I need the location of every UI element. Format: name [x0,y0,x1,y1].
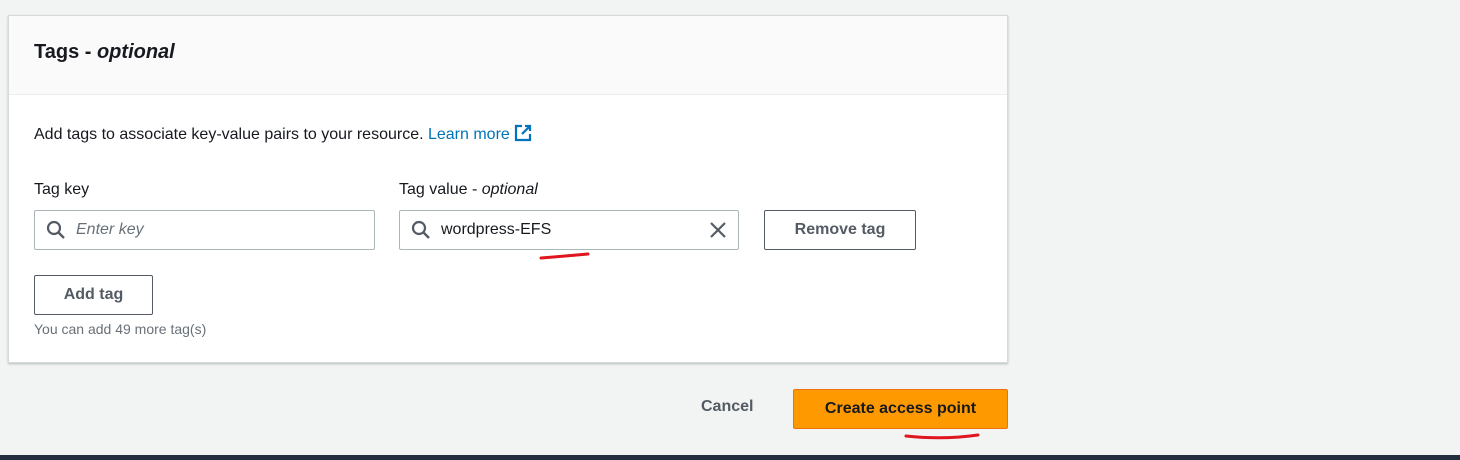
search-icon [411,220,431,240]
footer-bar [0,455,1460,460]
tag-value-label-text: Tag value - [399,181,482,198]
panel-title: Tags - [34,41,97,63]
clear-icon[interactable] [708,220,728,240]
tag-key-label: Tag key [34,181,90,198]
remove-tag-button[interactable]: Remove tag [764,210,916,250]
tag-value-input[interactable]: wordpress-EFS [399,210,739,250]
tag-value-text: wordpress-EFS [441,221,552,238]
tags-panel: Tags - optional Add tags to associate ke… [8,15,1008,363]
tag-value-label: Tag value - optional [399,181,538,199]
tag-value-label-optional: optional [481,181,538,198]
tag-key-input[interactable]: Enter key [34,210,375,250]
description-text: Add tags to associate key-value pairs to… [34,126,424,143]
annotation-underline [904,433,980,440]
learn-more-label: Learn more [427,126,510,143]
external-link-icon [514,124,532,147]
panel-description: Add tags to associate key-value pairs to… [34,124,532,147]
create-access-point-button[interactable]: Create access point [793,389,1008,429]
cancel-button[interactable]: Cancel [701,398,753,416]
panel-header: Tags - optional [9,16,1007,95]
learn-more-link[interactable]: Learn more [427,124,532,143]
add-tag-button[interactable]: Add tag [34,275,153,315]
search-icon [46,220,66,240]
tag-key-placeholder: Enter key [76,221,144,238]
tag-limit-hint: You can add 49 more tag(s) [34,321,207,337]
panel-title-optional: optional [96,41,175,63]
